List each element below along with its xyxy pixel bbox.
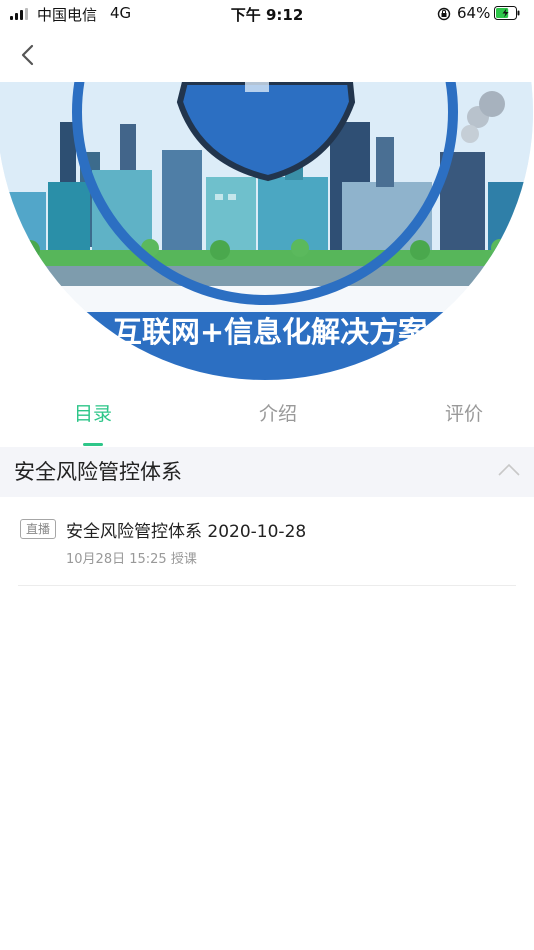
tab-catalog[interactable]: 目录	[4, 386, 182, 446]
tab-introduction[interactable]: 介绍	[189, 386, 367, 446]
section-title: 安全风险管控体系	[14, 460, 182, 484]
list-divider	[18, 585, 516, 586]
battery-charging-icon	[494, 6, 520, 20]
back-button[interactable]	[8, 36, 46, 74]
section-header[interactable]: 安全风险管控体系	[0, 447, 534, 497]
lesson-item[interactable]: 直播 安全风险管控体系 2020-10-28 10月28日 15:25 授课	[18, 510, 516, 586]
clock: 下午 9:12	[230, 6, 304, 24]
live-badge: 直播	[20, 519, 56, 539]
banner-illustration: 互联网+信息化解决方案	[0, 82, 533, 380]
active-tab-indicator	[83, 443, 103, 446]
chevron-up-icon[interactable]	[498, 463, 520, 477]
nav-bar	[0, 28, 534, 82]
rotation-lock-icon	[437, 7, 451, 21]
course-banner: 互联网+信息化解决方案	[0, 82, 534, 382]
tab-bar: 目录 介绍 评价	[0, 386, 534, 446]
status-bar: 中国电信 4G 下午 9:12 64%	[0, 0, 534, 28]
lesson-title: 安全风险管控体系 2020-10-28	[66, 522, 307, 542]
tab-reviews[interactable]: 评价	[375, 386, 534, 446]
banner-caption: 互联网+信息化解决方案	[113, 315, 428, 349]
chevron-left-icon	[21, 44, 34, 66]
lesson-schedule: 10月28日 15:25 授课	[66, 552, 197, 567]
battery-percentage: 64%	[457, 4, 491, 22]
